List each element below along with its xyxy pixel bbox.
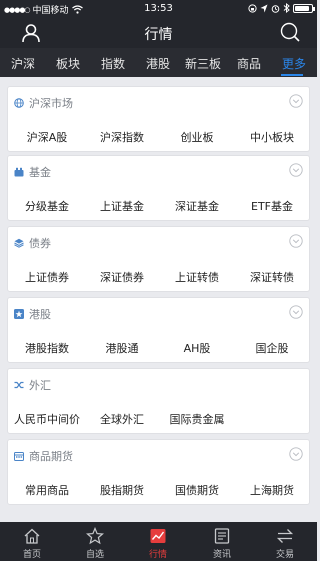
battery-icon [293,3,315,13]
item-sh-fund[interactable]: 上证基金 [100,198,144,214]
item-shanghai-futures[interactable]: 上海期货 [250,482,294,498]
chevron-down-icon[interactable] [289,163,303,177]
page-title: 行情 [144,27,173,43]
calendar-icon [14,452,24,461]
tab-xinsanban[interactable]: 新三板 [185,55,221,72]
bottom-nav-news[interactable]: 资讯 [197,527,247,560]
item-sh-convertible[interactable]: 上证转债 [175,269,219,285]
item-treasury-futures[interactable]: 国债期货 [175,482,219,498]
section-header: 商品期货 [14,448,73,464]
section-hk-stocks: 港股 港股指数 港股通 AH股 国企股 [7,297,310,363]
status-bar: ●●●●○ 中国移动 13:53 [0,0,317,18]
section-header: 外汇 [14,377,51,393]
section-header: 港股 [14,306,51,322]
item-state-owned[interactable]: 国企股 [256,340,289,356]
globe-icon [14,98,24,108]
exchange-icon [14,381,24,389]
section-title: 基金 [29,166,51,179]
tab-more[interactable]: 更多 [282,55,306,72]
section-forex: 外汇 人民币中间价 全球外汇 国际贵金属 [7,368,310,434]
item-hushen-a[interactable]: 沪深A股 [27,129,68,145]
section-title: 外汇 [29,379,51,392]
category-tabs: 沪深 板块 指数 港股 新三板 商品 更多 [0,48,317,77]
tab-bankuai[interactable]: 板块 [56,55,80,72]
bottom-nav-label: 资讯 [212,550,231,560]
nav-bar: 行情 [0,18,317,48]
section-hushen-market: 沪深市场 沪深A股 沪深指数 创业板 中小板块 [7,86,310,152]
item-chuangye[interactable]: 创业板 [181,129,214,145]
section-commodity-futures: 商品期货 常用商品 股指期货 国债期货 上海期货 [7,439,310,505]
tab-zhishu[interactable]: 指数 [101,55,125,72]
trade-icon [276,529,294,543]
item-sz-bond[interactable]: 深证债券 [100,269,144,285]
item-sz-fund[interactable]: 深证基金 [175,198,219,214]
star-icon [86,527,104,545]
bottom-nav-market[interactable]: 行情 [133,527,183,560]
item-sh-bond[interactable]: 上证债券 [25,269,69,285]
bottom-nav-label: 行情 [148,550,167,560]
section-header: 债券 [14,235,51,251]
item-ah-shares[interactable]: AH股 [184,340,211,356]
item-index-futures[interactable]: 股指期货 [100,482,144,498]
bottom-nav-watchlist[interactable]: 自选 [70,527,120,560]
item-graded-fund[interactable]: 分级基金 [25,198,69,214]
chevron-down-icon[interactable] [289,305,303,319]
lock-rotation-icon [248,3,257,13]
active-tab-indicator [281,74,303,76]
section-title: 沪深市场 [29,97,73,110]
hk-flower-icon [14,309,24,319]
bottom-nav: 首页 自选 行情 资讯 交易 [0,522,317,561]
item-zhongxiao[interactable]: 中小板块 [250,129,294,145]
section-header: 沪深市场 [14,95,73,111]
item-sz-convertible[interactable]: 深证转债 [250,269,294,285]
section-bonds: 债券 上证债券 深证债券 上证转债 深证转债 [7,226,310,292]
item-hk-connect[interactable]: 港股通 [106,340,139,356]
section-header: 基金 [14,164,51,180]
battery-fill [295,5,310,11]
news-icon [214,528,230,544]
layers-icon [14,238,24,248]
location-icon [260,4,268,12]
bottom-nav-label: 交易 [275,550,294,560]
tab-shangpin[interactable]: 商品 [237,55,261,72]
item-etf-fund[interactable]: ETF基金 [251,198,293,214]
fund-icon [14,167,24,177]
section-title: 商品期货 [29,450,73,463]
item-global-forex[interactable]: 全球外汇 [100,411,144,427]
tab-ganggu[interactable]: 港股 [146,55,170,72]
item-precious-metals[interactable]: 国际贵金属 [170,411,225,427]
item-hk-index[interactable]: 港股指数 [25,340,69,356]
item-hushen-index[interactable]: 沪深指数 [100,129,144,145]
bottom-nav-trade[interactable]: 交易 [260,527,310,560]
chevron-down-icon[interactable] [289,447,303,461]
bottom-nav-label: 自选 [85,550,104,560]
section-title: 债券 [29,237,51,250]
home-icon [24,528,40,544]
search-icon[interactable] [279,21,301,43]
chevron-down-icon[interactable] [289,94,303,108]
status-right [248,3,315,13]
bottom-nav-label: 首页 [22,550,41,560]
chevron-down-icon[interactable] [289,234,303,248]
section-fund: 基金 分级基金 上证基金 深证基金 ETF基金 [7,155,310,221]
item-rmb-central-parity[interactable]: 人民币中间价 [14,411,80,427]
bottom-nav-home[interactable]: 首页 [7,527,57,560]
bluetooth-icon [283,3,290,13]
alarm-icon [271,4,280,13]
section-title: 港股 [29,308,51,321]
chart-icon [150,529,166,543]
item-common-commodities[interactable]: 常用商品 [25,482,69,498]
tab-hushen[interactable]: 沪深 [11,55,35,72]
